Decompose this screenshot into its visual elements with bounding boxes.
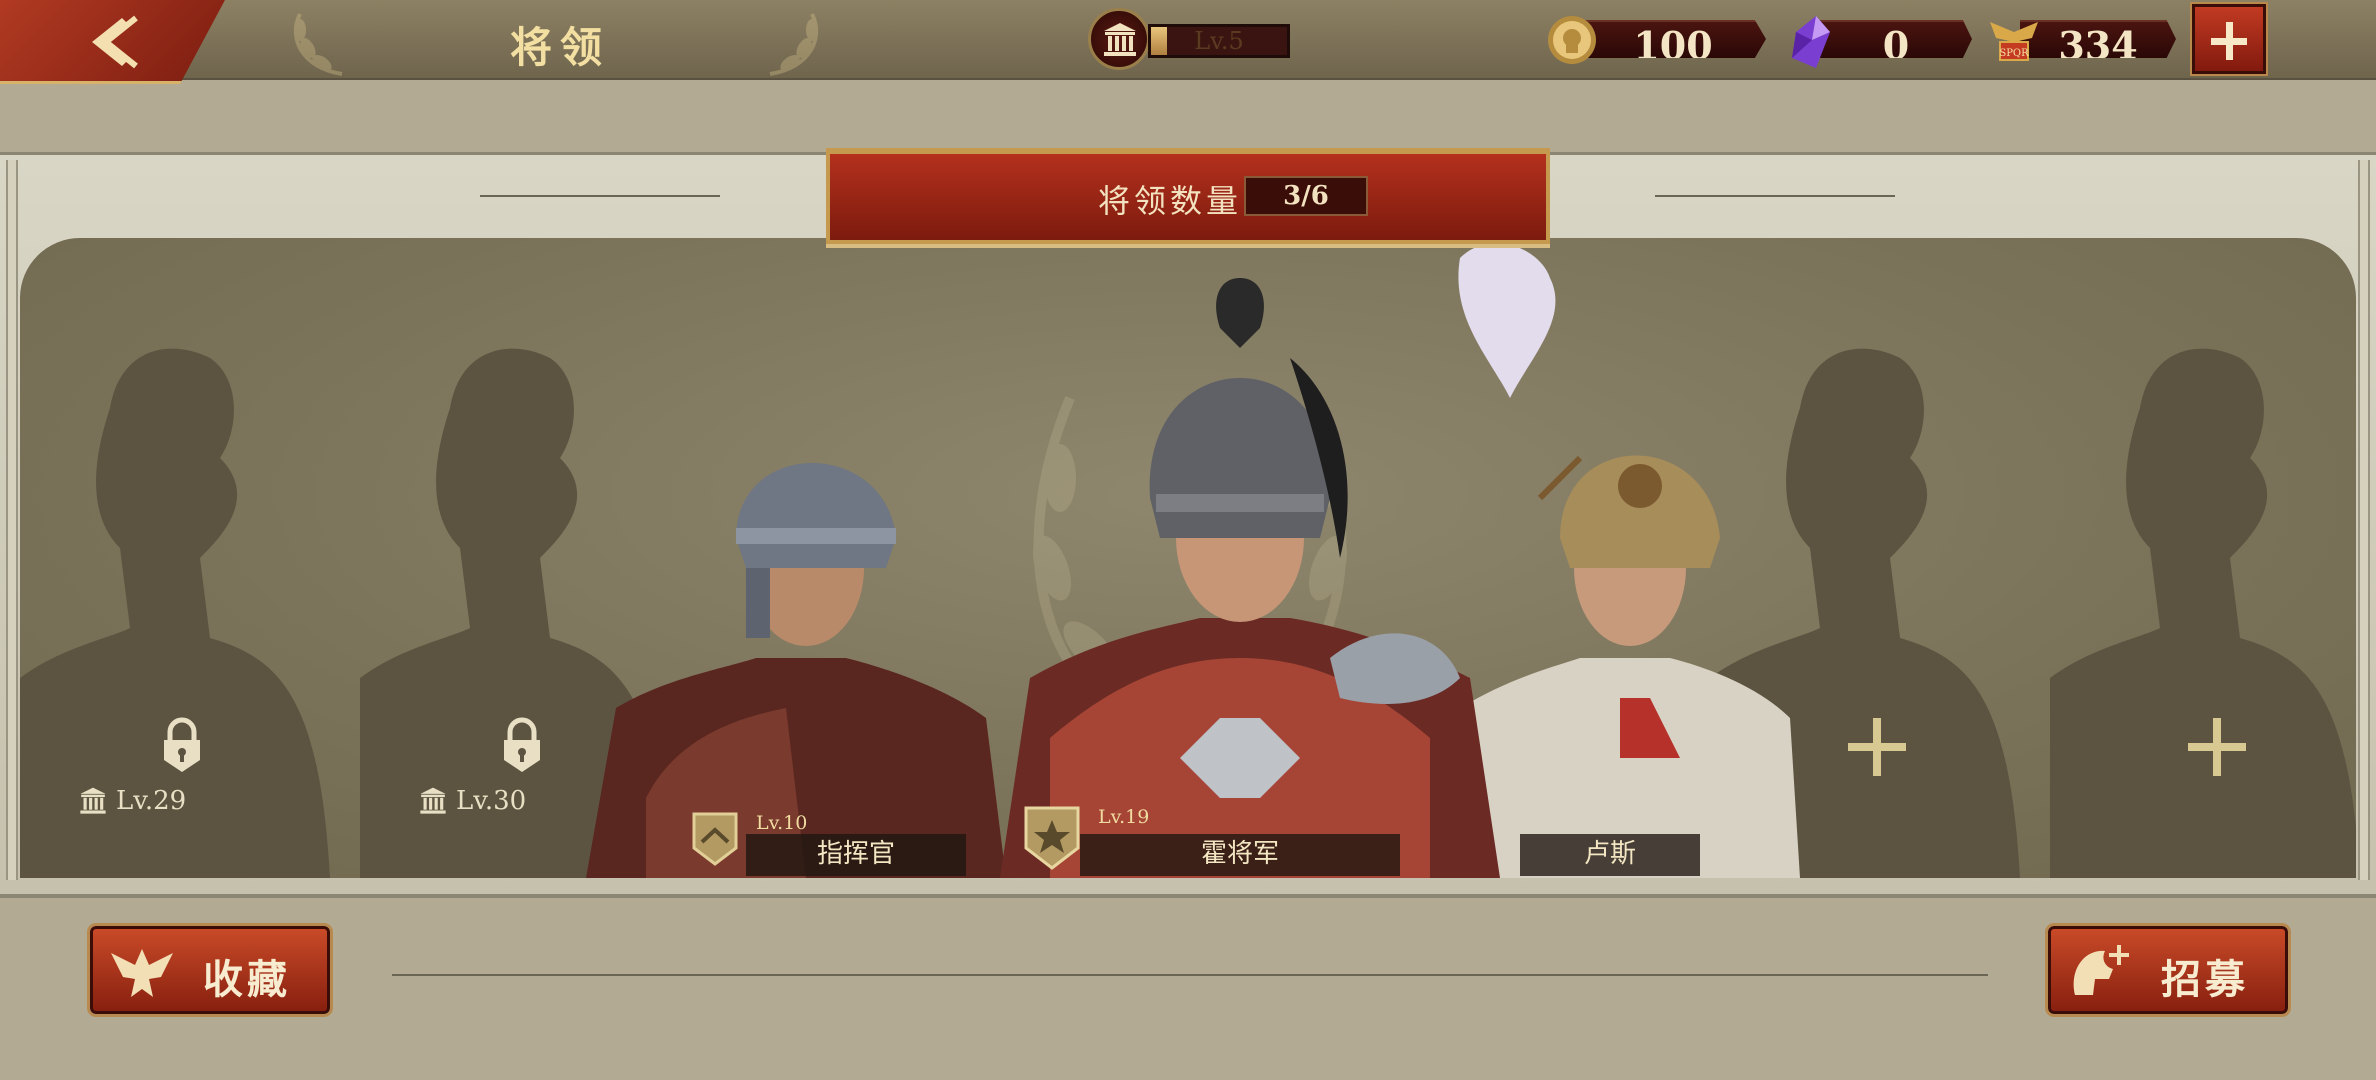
back-button[interactable] xyxy=(0,0,225,84)
player-level-bar: Lv.5 xyxy=(1148,24,1290,58)
lock-icon xyxy=(504,717,540,772)
laurel-right-icon xyxy=(769,13,819,76)
silhouette-1 xyxy=(20,348,330,878)
resource-gem[interactable]: 0 xyxy=(1786,14,1972,68)
hero-level: Lv.19 xyxy=(1098,806,1150,828)
deco-line-right xyxy=(1655,195,1895,197)
resource-spqr[interactable]: 334 SPQR xyxy=(1986,14,2176,64)
temple-icon xyxy=(1104,23,1136,56)
collection-button[interactable]: 收藏 xyxy=(87,923,333,1017)
spqr-eagle-icon: SPQR xyxy=(1990,22,2038,61)
hero-card-2[interactable]: Lv.19 霍将军 xyxy=(960,238,1520,878)
hero-portrait-2 xyxy=(1000,278,1500,878)
back-arrow-icon xyxy=(92,15,138,69)
locked-slot-1[interactable]: Lv.29 xyxy=(20,238,360,878)
silhouette-4 xyxy=(2050,348,2356,878)
purple-gem-icon xyxy=(1792,16,1830,68)
collection-label: 收藏 xyxy=(203,956,291,1003)
add-commander-icon[interactable] xyxy=(1844,714,1910,780)
add-resource-button[interactable] xyxy=(2190,2,2268,76)
commander-count-value: 3/6 xyxy=(1244,176,1368,216)
unlock-level-text: Lv.30 xyxy=(456,786,527,816)
unlock-level-label: Lv.30 xyxy=(420,786,527,816)
left-pillar xyxy=(6,160,18,880)
recruit-button[interactable]: 招募 xyxy=(2045,923,2291,1017)
lock-icon xyxy=(164,717,200,772)
add-commander-icon[interactable] xyxy=(2184,714,2250,780)
player-level-badge[interactable] xyxy=(1088,8,1150,70)
eagle-icon xyxy=(111,949,173,997)
right-pillar xyxy=(2358,160,2370,880)
commander-slots-area: Lv.29 Lv.30 Lv.10 指挥官 卢斯 Lv.19 霍将军 xyxy=(20,238,2356,878)
empty-slot-2[interactable] xyxy=(2050,238,2356,878)
commander-count-banner: 将领数量 3/6 xyxy=(826,148,1550,244)
top-bar: 将领 Lv.5 100 0 334 SPQR xyxy=(0,0,2376,84)
laurel-left-icon xyxy=(293,13,343,76)
hero-level: Lv.10 xyxy=(756,812,808,834)
temple-icon xyxy=(420,787,446,814)
recruit-label: 招募 xyxy=(2161,956,2249,1003)
gold-coin-icon xyxy=(1548,16,1596,64)
helmet-plus-icon xyxy=(2073,945,2129,995)
rank-chevron-icon xyxy=(692,812,738,866)
rank-star-icon xyxy=(1024,806,1080,870)
unlock-level-label: Lv.29 xyxy=(80,786,187,816)
commander-count-label: 将领数量 xyxy=(1098,182,1243,220)
resource-gold[interactable]: 100 xyxy=(1546,14,1766,64)
hero-name: 卢斯 xyxy=(1520,834,1700,876)
bottom-divider xyxy=(392,974,1988,976)
svg-text:SPQR: SPQR xyxy=(1999,48,2029,59)
gem-value: 0 xyxy=(1882,23,1910,68)
spqr-value: 334 xyxy=(2058,23,2138,68)
temple-icon xyxy=(80,787,106,814)
unlock-level-text: Lv.29 xyxy=(116,786,187,816)
hero-name: 霍将军 xyxy=(1080,834,1400,876)
hero-name: 指挥官 xyxy=(746,834,966,876)
hero-card-1[interactable]: Lv.10 指挥官 xyxy=(586,238,1006,878)
deco-line-left xyxy=(480,195,720,197)
hero-portrait-1 xyxy=(586,463,1006,878)
player-level-text: Lv.5 xyxy=(1194,27,1244,55)
gold-value: 100 xyxy=(1633,23,1713,68)
page-title: 将领 xyxy=(509,23,610,72)
